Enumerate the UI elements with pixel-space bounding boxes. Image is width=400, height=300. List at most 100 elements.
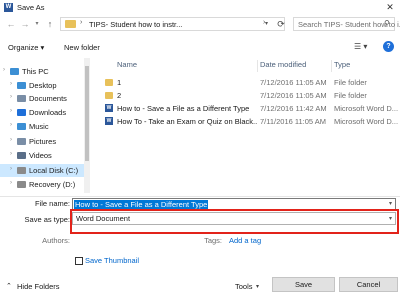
breadcrumb-separator-icon[interactable]: › bbox=[80, 19, 82, 26]
folder-icon bbox=[105, 92, 113, 99]
word-document-icon: W bbox=[105, 104, 113, 112]
back-arrow-icon[interactable]: ← bbox=[6, 18, 16, 30]
nav-item-label: Recovery (D:) bbox=[29, 180, 76, 189]
nav-item-label: Music bbox=[29, 122, 49, 131]
chevron-right-icon[interactable]: › bbox=[10, 151, 12, 157]
chevron-up-icon[interactable]: ⌃ bbox=[6, 282, 12, 290]
window-title: Save As bbox=[17, 3, 45, 12]
folder-icon bbox=[105, 79, 113, 86]
nav-scroll-thumb[interactable] bbox=[85, 66, 89, 161]
nav-item[interactable]: › Videos bbox=[0, 149, 84, 162]
documents-icon bbox=[17, 95, 26, 102]
nav-item[interactable]: › Desktop bbox=[0, 79, 84, 92]
new-folder-button[interactable]: New folder bbox=[64, 43, 100, 52]
computer-icon bbox=[10, 68, 19, 75]
save-as-type-label: Save as type: bbox=[24, 215, 70, 224]
view-options-icon[interactable]: ☰ ▾ bbox=[354, 42, 367, 51]
nav-item[interactable]: › Downloads bbox=[0, 106, 84, 119]
file-name: How to - Save a File as a Different Type bbox=[117, 104, 250, 113]
chevron-right-icon[interactable]: › bbox=[10, 122, 12, 128]
chevron-right-icon[interactable]: › bbox=[10, 137, 12, 143]
nav-item[interactable]: › Music bbox=[0, 120, 84, 133]
nav-item-label: Pictures bbox=[29, 137, 57, 146]
tags-label: Tags: bbox=[204, 236, 222, 245]
nav-item-label: Desktop bbox=[29, 81, 57, 90]
chevron-right-icon[interactable]: › bbox=[10, 180, 12, 186]
command-toolbar: Organize ▾ New folder ☰ ▾ ? bbox=[0, 37, 400, 53]
recent-locations-chevron-icon[interactable]: ▾ bbox=[33, 18, 41, 30]
address-bar[interactable]: › TIPS- Student how to instr... › bbox=[60, 17, 285, 31]
save-thumbnail-checkbox[interactable] bbox=[75, 257, 83, 265]
organize-button[interactable]: Organize ▾ bbox=[8, 43, 44, 52]
close-button[interactable]: ✕ bbox=[384, 2, 396, 13]
file-date-modified: 7/11/2016 11:05 AM bbox=[260, 117, 327, 126]
hide-folders-button[interactable]: Hide Folders bbox=[17, 282, 60, 291]
forward-arrow-icon[interactable]: → bbox=[20, 18, 30, 30]
red-highlight-annotation bbox=[70, 209, 399, 234]
file-name-label: File name: bbox=[34, 199, 70, 208]
chevron-down-icon[interactable]: ▾ bbox=[256, 283, 259, 290]
word-document-icon: W bbox=[105, 117, 113, 125]
help-icon[interactable]: ? bbox=[383, 41, 394, 52]
nav-item[interactable]: › Documents bbox=[0, 92, 84, 105]
file-name: How To - Take an Exam or Quiz on Black..… bbox=[117, 117, 257, 126]
file-row[interactable]: W How To - Take an Exam or Quiz on Black.… bbox=[102, 115, 400, 128]
search-icon: ⚲ bbox=[384, 19, 390, 28]
drive-icon bbox=[17, 167, 26, 174]
file-type: Microsoft Word D... bbox=[334, 117, 399, 126]
word-app-icon: W bbox=[4, 3, 13, 12]
chevron-right-icon[interactable]: › bbox=[10, 166, 12, 172]
nav-item[interactable]: › Local Disk (C:) bbox=[0, 164, 84, 177]
file-date-modified: 7/12/2016 11:42 AM bbox=[260, 104, 327, 113]
file-name-selected-text[interactable]: How to - Save a File as a Different Type bbox=[74, 200, 209, 209]
nav-item-label: Videos bbox=[29, 151, 52, 160]
file-date-modified: 7/12/2016 11:05 AM bbox=[260, 78, 327, 87]
folder-icon bbox=[65, 20, 76, 28]
chevron-right-icon[interactable]: › bbox=[10, 94, 12, 100]
column-divider[interactable] bbox=[331, 60, 332, 72]
authors-label: Authors: bbox=[42, 236, 70, 245]
navigation-pane: › This PC › Desktop › Documents › Downloads › Mus… bbox=[0, 58, 84, 193]
tools-button[interactable]: Tools bbox=[235, 282, 253, 291]
file-row[interactable]: W How to - Save a File as a Different Typ… bbox=[102, 102, 400, 115]
drive-icon bbox=[17, 181, 26, 188]
nav-item-label: Documents bbox=[29, 94, 67, 103]
address-dropdown-icon[interactable]: ▾ bbox=[259, 17, 274, 31]
up-arrow-icon[interactable]: ↑ bbox=[45, 18, 55, 30]
nav-item-label: Downloads bbox=[29, 108, 67, 117]
nav-item-label: Local Disk (C:) bbox=[29, 166, 79, 175]
file-type: File folder bbox=[334, 91, 367, 100]
nav-item[interactable]: › This PC bbox=[0, 65, 84, 78]
chevron-right-icon[interactable]: › bbox=[10, 81, 12, 87]
save-button[interactable]: Save bbox=[272, 277, 335, 292]
file-row[interactable]: 1 7/12/2016 11:05 AM File folder bbox=[102, 76, 400, 89]
nav-item[interactable]: › Recovery (D:) bbox=[0, 178, 84, 191]
breadcrumb-path[interactable]: TIPS- Student how to instr... bbox=[89, 20, 182, 29]
refresh-icon[interactable]: ⟳ bbox=[275, 17, 287, 31]
file-name: 2 bbox=[117, 91, 122, 100]
save-thumbnail-label[interactable]: Save Thumbnail bbox=[85, 256, 139, 265]
pictures-icon bbox=[17, 138, 26, 145]
column-header: Name Date modified Type bbox=[102, 60, 400, 72]
videos-icon bbox=[17, 152, 26, 159]
add-tag-link[interactable]: Add a tag bbox=[229, 236, 261, 245]
column-date-modified[interactable]: Date modified bbox=[260, 60, 306, 69]
search-input[interactable]: Search TIPS- Student how to i... ⚲ bbox=[293, 17, 400, 31]
downloads-icon bbox=[17, 109, 26, 116]
file-type: Microsoft Word D... bbox=[334, 104, 399, 113]
chevron-right-icon[interactable]: › bbox=[3, 67, 5, 73]
cancel-button[interactable]: Cancel bbox=[339, 277, 398, 292]
column-name[interactable]: Name bbox=[117, 60, 137, 69]
column-divider[interactable] bbox=[257, 60, 258, 72]
file-name: 1 bbox=[117, 78, 122, 87]
title-bar: W Save As ✕ bbox=[0, 0, 400, 15]
nav-item-label: This PC bbox=[22, 67, 49, 76]
nav-item[interactable]: › Pictures bbox=[0, 135, 84, 148]
desktop-icon bbox=[17, 82, 26, 89]
file-row[interactable]: 2 7/12/2016 11:05 AM File folder bbox=[102, 89, 400, 102]
chevron-right-icon[interactable]: › bbox=[10, 108, 12, 114]
music-icon bbox=[17, 123, 26, 130]
column-type[interactable]: Type bbox=[334, 60, 350, 69]
file-type: File folder bbox=[334, 78, 367, 87]
file-date-modified: 7/12/2016 11:05 AM bbox=[260, 91, 327, 100]
